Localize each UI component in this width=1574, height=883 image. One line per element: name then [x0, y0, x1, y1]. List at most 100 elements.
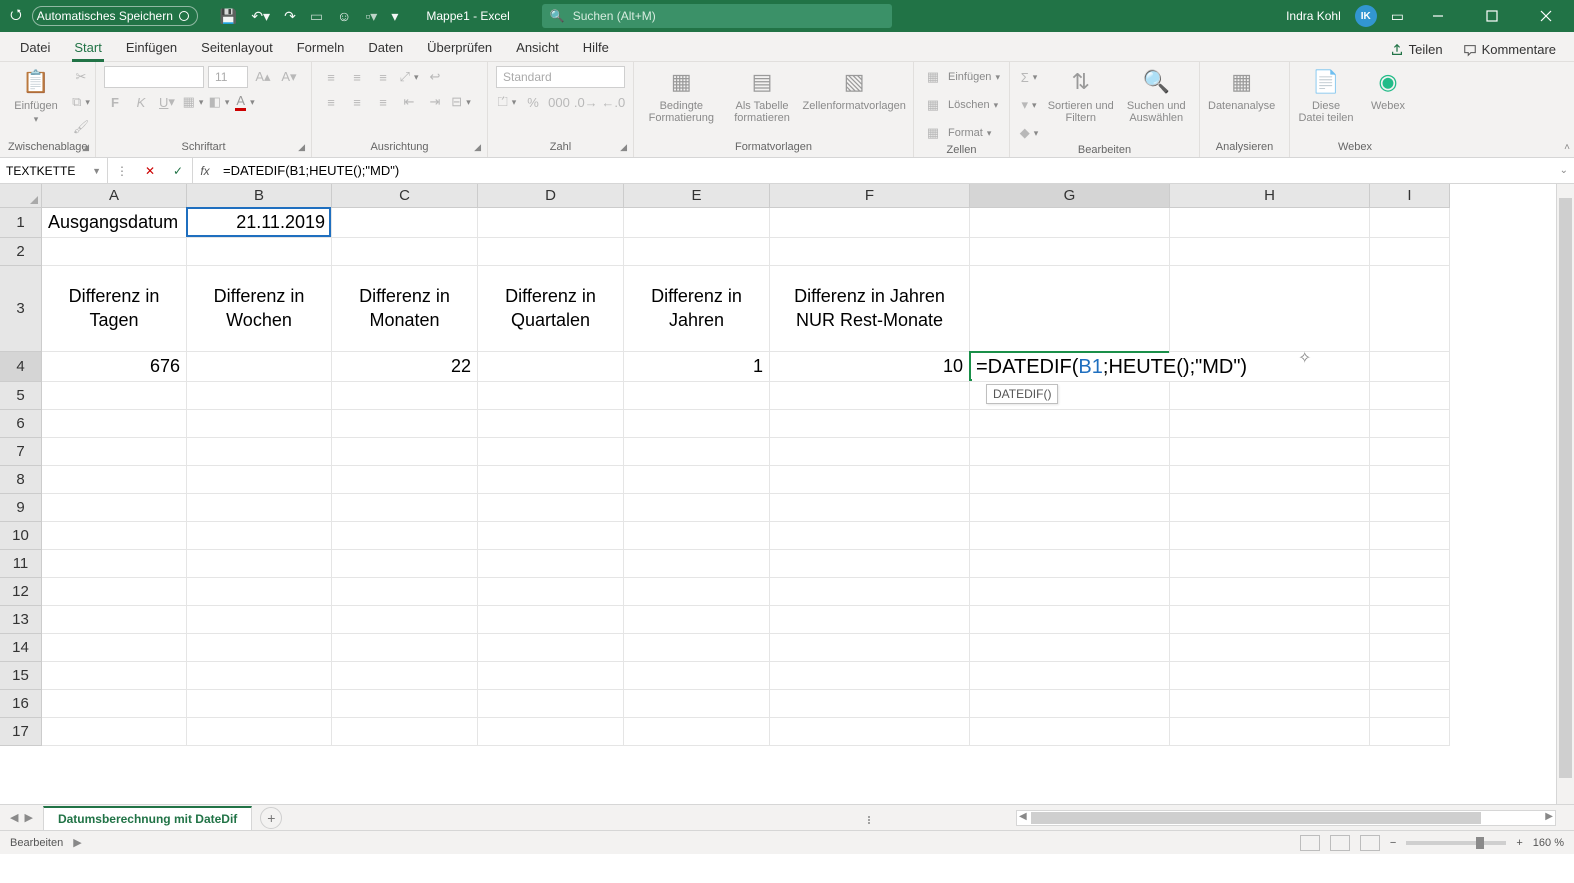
row-header[interactable]: 1 [0, 208, 42, 238]
cell[interactable] [1170, 208, 1370, 238]
cell[interactable] [332, 634, 478, 662]
ribbon-tab-formeln[interactable]: Formeln [285, 34, 357, 61]
column-header[interactable]: H [1170, 184, 1370, 208]
sort-filter-button[interactable]: ⇅Sortieren und Filtern [1046, 66, 1116, 124]
cell[interactable] [42, 522, 187, 550]
cell[interactable] [478, 208, 624, 238]
cell[interactable] [478, 466, 624, 494]
fill-icon[interactable]: ▾ [1018, 94, 1040, 116]
cell[interactable] [1170, 266, 1370, 352]
cell[interactable] [624, 238, 770, 266]
tab-scroll-split[interactable] [864, 811, 874, 828]
cell[interactable] [332, 718, 478, 746]
save-icon[interactable]: 💾 [220, 8, 237, 25]
cell[interactable] [187, 718, 332, 746]
cell-D3[interactable]: Differenz in Quartalen [478, 266, 624, 352]
column-header[interactable]: E [624, 184, 770, 208]
font-name-combo[interactable] [104, 66, 204, 88]
cell[interactable] [1170, 382, 1370, 410]
column-header[interactable]: B [187, 184, 332, 208]
cell[interactable] [478, 438, 624, 466]
cell[interactable] [478, 352, 624, 382]
ribbon-tab-einfügen[interactable]: Einfügen [114, 34, 189, 61]
cell[interactable] [42, 238, 187, 266]
cell[interactable] [187, 382, 332, 410]
cell[interactable] [970, 238, 1170, 266]
decrease-decimal-icon[interactable]: ←.0 [602, 91, 626, 113]
cell[interactable] [332, 438, 478, 466]
zoom-out-icon[interactable]: − [1390, 837, 1396, 849]
ribbon-tab-überprüfen[interactable]: Überprüfen [415, 34, 504, 61]
cell[interactable] [970, 522, 1170, 550]
row-header[interactable]: 15 [0, 662, 42, 690]
touch-mode-icon[interactable]: ▭ [310, 8, 323, 25]
cell[interactable] [42, 718, 187, 746]
cell[interactable] [770, 494, 970, 522]
cell[interactable] [970, 578, 1170, 606]
insert-cells-button[interactable]: ▦Einfügen▾ [922, 66, 1001, 88]
cell[interactable] [187, 494, 332, 522]
cell-B1[interactable]: 21.11.2019 [187, 208, 332, 238]
cell[interactable] [42, 438, 187, 466]
cell[interactable] [478, 634, 624, 662]
cell[interactable] [187, 352, 332, 382]
row-header[interactable]: 3 [0, 266, 42, 352]
cell[interactable] [332, 208, 478, 238]
cell[interactable] [1170, 634, 1370, 662]
cell[interactable] [1170, 662, 1370, 690]
zoom-level[interactable]: 160 % [1533, 837, 1564, 849]
view-page-break-icon[interactable] [1360, 835, 1380, 851]
increase-decimal-icon[interactable]: .0→ [574, 91, 598, 113]
autosave-toggle[interactable]: Automatisches Speichern [32, 6, 198, 26]
cell-F3[interactable]: Differenz in Jahren NUR Rest-Monate [770, 266, 970, 352]
align-bottom-icon[interactable]: ≡ [372, 66, 394, 88]
row-header[interactable]: 4 [0, 352, 42, 382]
cell[interactable] [624, 634, 770, 662]
italic-button[interactable]: K [130, 91, 152, 113]
cell[interactable] [970, 606, 1170, 634]
cell[interactable] [970, 410, 1170, 438]
view-page-layout-icon[interactable] [1330, 835, 1350, 851]
cell[interactable] [1370, 606, 1450, 634]
cell[interactable] [770, 382, 970, 410]
cell[interactable] [970, 466, 1170, 494]
percent-icon[interactable]: % [522, 91, 544, 113]
cell[interactable] [770, 690, 970, 718]
cell-F4[interactable]: 10 [770, 352, 970, 382]
cell[interactable] [970, 438, 1170, 466]
cell[interactable] [624, 466, 770, 494]
row-header[interactable]: 2 [0, 238, 42, 266]
row-header[interactable]: 8 [0, 466, 42, 494]
user-avatar[interactable]: IK [1355, 5, 1377, 27]
row-header[interactable]: 13 [0, 606, 42, 634]
cell[interactable] [624, 550, 770, 578]
cell[interactable] [1370, 494, 1450, 522]
column-header[interactable]: F [770, 184, 970, 208]
ribbon-tab-datei[interactable]: Datei [8, 34, 62, 61]
cell[interactable] [1170, 466, 1370, 494]
scroll-left-icon[interactable]: ◀ [1019, 811, 1027, 822]
cell-A1[interactable]: Ausgangsdatum [42, 208, 187, 238]
cell[interactable] [770, 208, 970, 238]
paste-button[interactable]: 📋Einfügen▾ [8, 66, 64, 125]
cell[interactable] [187, 522, 332, 550]
cell[interactable] [1370, 662, 1450, 690]
search-box[interactable]: 🔍 [542, 4, 892, 28]
ribbon-tab-ansicht[interactable]: Ansicht [504, 34, 571, 61]
align-left-icon[interactable]: ≡ [320, 91, 342, 113]
delete-cells-button[interactable]: ▦Löschen▾ [922, 94, 1001, 116]
close-button[interactable] [1526, 0, 1566, 32]
cell[interactable] [478, 606, 624, 634]
dialog-launcher-icon[interactable]: ◢ [298, 142, 305, 153]
font-size-combo[interactable]: 11 [208, 66, 248, 88]
cell[interactable] [770, 238, 970, 266]
dialog-launcher-icon[interactable]: ◢ [474, 142, 481, 153]
cell[interactable] [478, 410, 624, 438]
cell[interactable] [1170, 494, 1370, 522]
cell[interactable] [187, 690, 332, 718]
row-header[interactable]: 16 [0, 690, 42, 718]
cell[interactable] [1370, 410, 1450, 438]
cell[interactable] [332, 494, 478, 522]
cell[interactable] [1170, 522, 1370, 550]
row-header[interactable]: 6 [0, 410, 42, 438]
